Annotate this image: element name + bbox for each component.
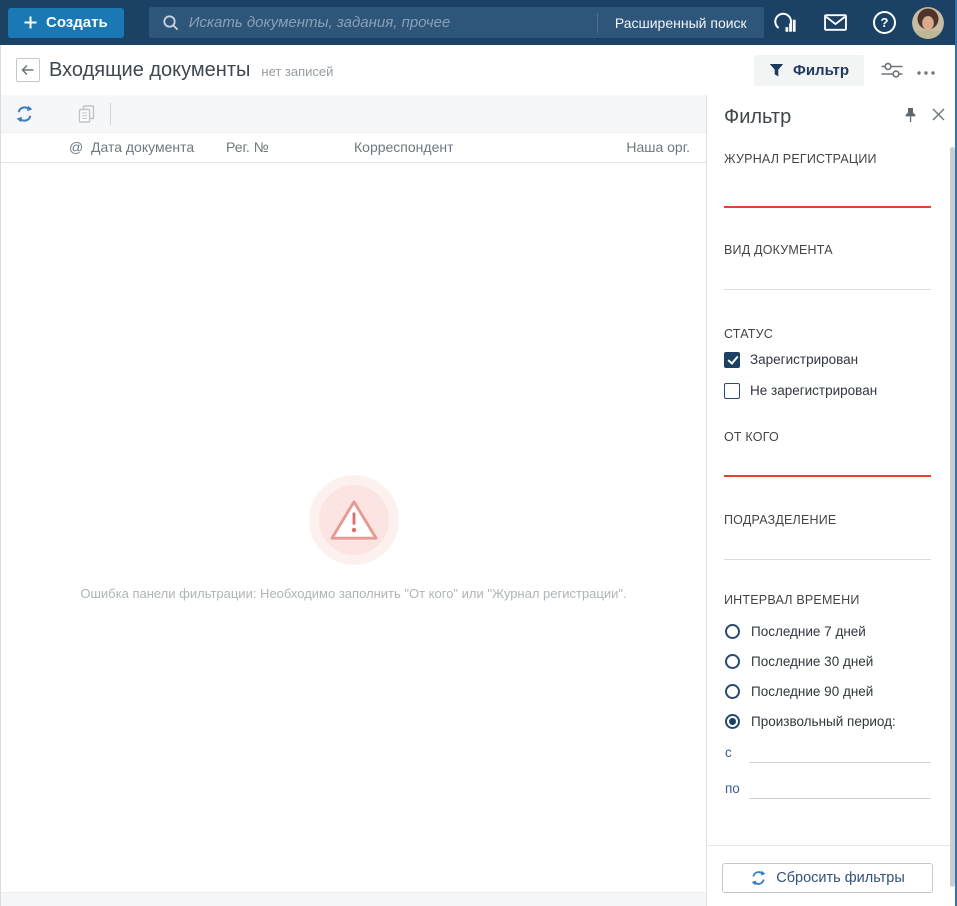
doc-type-field <box>724 265 931 290</box>
doc-type-input[interactable] <box>724 265 931 289</box>
topbar: Создать Расширенный поиск <box>0 0 957 45</box>
back-button[interactable] <box>16 58 40 82</box>
column-header-regnumber[interactable]: Рег. № <box>226 139 269 155</box>
list-toolbar <box>1 95 706 133</box>
radio-90days[interactable] <box>725 684 740 699</box>
date-from-label: с <box>725 745 732 760</box>
filter-panel: Фильтр ЖУРНАЛ РЕГИСТРАЦИИ ВИД ДОКУМЕНТА … <box>706 95 957 906</box>
date-from-input[interactable] <box>749 740 931 762</box>
radio-30days[interactable] <box>725 654 740 669</box>
global-search-bar: Расширенный поиск <box>149 7 764 38</box>
table-header: @ Дата документа Рег. № Корреспондент На… <box>1 133 706 163</box>
reset-filters-button[interactable]: Сбросить фильтры <box>722 863 933 893</box>
date-to-label: по <box>725 781 740 796</box>
back-arrow-icon <box>21 64 35 76</box>
advanced-search-button[interactable]: Расширенный поиск <box>598 7 764 38</box>
journal-field-label: ЖУРНАЛ РЕГИСТРАЦИИ <box>724 152 877 166</box>
page-header: Входящие документы нет записей Фильтр <box>0 45 957 95</box>
view-settings-icon[interactable] <box>881 62 903 79</box>
create-button[interactable]: Создать <box>8 8 124 38</box>
checkbox-not-registered[interactable] <box>724 383 740 399</box>
interval-option-90days[interactable]: Последние 90 дней <box>725 683 873 699</box>
status-strip <box>1 892 706 906</box>
from-field-label: ОТ КОГО <box>724 430 779 444</box>
user-avatar[interactable] <box>912 7 944 39</box>
checkbox-label: Зарегистрирован <box>750 352 858 367</box>
doc-type-field-label: ВИД ДОКУМЕНТА <box>724 243 833 257</box>
document-list-area: @ Дата документа Рег. № Корреспондент На… <box>1 95 706 906</box>
status-section-label: СТАТУС <box>724 327 773 341</box>
interval-option-custom[interactable]: Произвольный период: <box>725 713 896 729</box>
pin-icon[interactable] <box>903 107 918 123</box>
date-to-input[interactable] <box>749 776 931 798</box>
filter-button[interactable]: Фильтр <box>754 55 864 86</box>
checkbox-registered[interactable] <box>724 352 740 368</box>
panel-footer-divider <box>707 845 957 846</box>
warning-triangle-icon <box>329 498 379 542</box>
plus-icon <box>24 16 37 29</box>
date-from-field <box>749 740 931 763</box>
refresh-icon[interactable] <box>15 105 34 123</box>
page-title: Входящие документы <box>49 59 250 82</box>
interval-option-30days[interactable]: Последние 30 дней <box>725 653 873 669</box>
radio-label: Последние 30 дней <box>751 654 873 669</box>
radio-label: Последние 90 дней <box>751 684 873 699</box>
column-header-date[interactable]: Дата документа <box>91 139 194 155</box>
warning-illustration <box>309 475 399 565</box>
radio-7days[interactable] <box>725 624 740 639</box>
status-option-not-registered[interactable]: Не зарегистрирован <box>724 382 877 399</box>
column-header-attachment[interactable]: @ <box>69 139 83 155</box>
department-field-label: ПОДРАЗДЕЛЕНИЕ <box>724 513 836 527</box>
column-header-organization[interactable]: Наша орг. <box>626 139 690 155</box>
filter-button-label: Фильтр <box>793 62 849 79</box>
from-input[interactable] <box>724 451 931 475</box>
department-field <box>724 535 931 560</box>
date-to-field <box>749 776 931 799</box>
from-field <box>724 451 931 477</box>
create-button-label: Создать <box>46 14 108 31</box>
column-header-correspondent[interactable]: Корреспондент <box>354 139 454 155</box>
more-actions-icon[interactable] <box>916 70 936 76</box>
mail-icon[interactable] <box>824 14 847 31</box>
radio-label: Произвольный период: <box>751 714 896 729</box>
funnel-icon <box>769 63 784 78</box>
department-input[interactable] <box>724 535 931 559</box>
records-count-status: нет записей <box>261 64 333 79</box>
journal-field <box>724 182 931 208</box>
filter-error-message: Ошибка панели фильтрации: Необходимо зап… <box>1 586 706 601</box>
refresh-icon <box>750 870 767 886</box>
close-icon[interactable] <box>932 108 945 121</box>
filter-panel-title: Фильтр <box>724 106 791 129</box>
search-input[interactable] <box>189 14 597 31</box>
reset-filters-label: Сбросить фильтры <box>776 870 905 886</box>
interval-option-7days[interactable]: Последние 7 дней <box>725 623 866 639</box>
search-icon <box>162 14 180 32</box>
journal-input[interactable] <box>724 182 931 206</box>
interval-section-label: ИНТЕРВАЛ ВРЕМЕНИ <box>724 593 860 607</box>
analytics-icon[interactable] <box>773 11 797 34</box>
copy-icon[interactable] <box>78 105 95 123</box>
radio-custom-period[interactable] <box>725 714 740 729</box>
status-option-registered[interactable]: Зарегистрирован <box>724 351 858 368</box>
help-icon[interactable] <box>873 11 896 34</box>
checkbox-label: Не зарегистрирован <box>750 383 877 398</box>
toolbar-divider <box>110 103 111 125</box>
radio-label: Последние 7 дней <box>751 624 866 639</box>
